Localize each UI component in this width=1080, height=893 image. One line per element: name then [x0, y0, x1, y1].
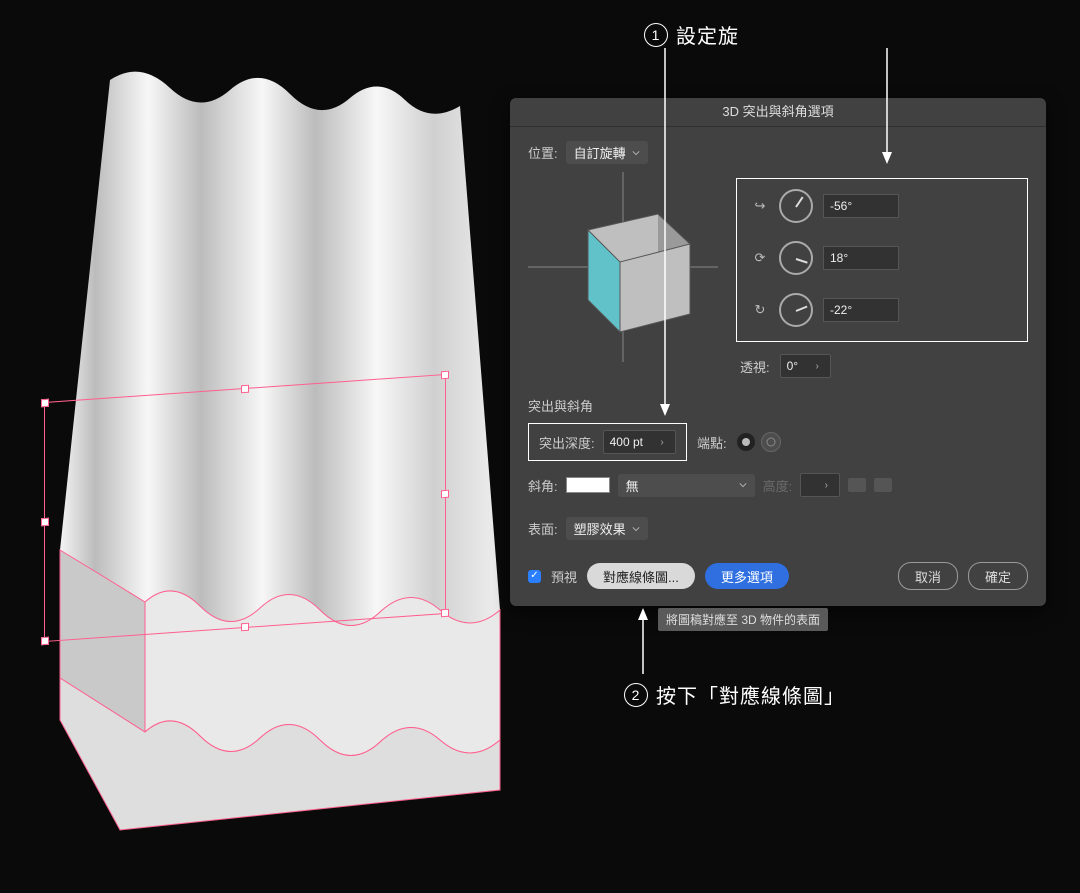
extrude-depth-stepper[interactable]: 400 pt › — [603, 430, 676, 454]
rotation-x-row: ↪ — [751, 189, 1013, 223]
axis-y-icon: ⟳ — [751, 249, 769, 267]
extrude-depth-label: 突出深度: — [539, 433, 595, 452]
bevel-height-value — [801, 483, 813, 487]
cap-off-button[interactable] — [761, 432, 781, 452]
chevron-down-icon — [739, 481, 747, 489]
rotation-y-row: ⟳ — [751, 241, 1013, 275]
chevron-down-icon — [632, 149, 640, 157]
rotation-z-row: ↻ — [751, 293, 1013, 327]
artwork-3d-shape — [0, 50, 520, 870]
bevel-row: 斜角: 無 高度: › — [528, 473, 1028, 497]
cap-off-icon — [765, 436, 777, 448]
position-value: 自訂旋轉 — [574, 143, 626, 162]
cancel-button[interactable]: 取消 — [898, 562, 958, 590]
ok-button[interactable]: 確定 — [968, 562, 1028, 590]
bevel-extent-in-icon — [848, 478, 866, 492]
rotation-y-input[interactable] — [823, 246, 899, 270]
rotation-x-input[interactable] — [823, 194, 899, 218]
axis-z-icon: ↻ — [751, 301, 769, 319]
annotation-badge: 2 — [624, 683, 648, 707]
extrude-row: 突出深度: 400 pt › 端點: — [528, 423, 1028, 461]
position-row: 位置: 自訂旋轉 — [528, 141, 1028, 164]
annotation-badge: 1 — [644, 23, 668, 47]
extrude-depth-group: 突出深度: 400 pt › — [528, 423, 687, 461]
map-art-button[interactable]: 對應線條圖... — [587, 563, 695, 589]
annotation-text: 設定旋 — [676, 20, 739, 49]
chevron-down-icon — [632, 525, 640, 533]
section-extrude-title: 突出與斜角 — [528, 396, 1028, 415]
stepper-right-icon[interactable]: › — [649, 431, 675, 453]
dialog-3d-extrude-bevel: 3D 突出與斜角選項 位置: 自訂旋轉 — [510, 98, 1046, 606]
annotation-arrow — [633, 606, 653, 676]
selection-bounding-box[interactable] — [44, 374, 446, 642]
surface-dropdown[interactable]: 塑膠效果 — [566, 517, 648, 540]
bevel-extent-out-icon — [874, 478, 892, 492]
annotation-step-2: 2 按下「對應線條圖」 — [624, 680, 845, 709]
stepper-right-icon[interactable]: › — [804, 355, 830, 377]
perspective-row: 透視: 0° › — [740, 354, 1028, 378]
cap-on-button[interactable] — [737, 433, 755, 451]
surface-value: 塑膠效果 — [574, 519, 626, 538]
axis-x-icon: ↪ — [751, 197, 769, 215]
rotation-y-dial[interactable] — [779, 241, 813, 275]
position-dropdown[interactable]: 自訂旋轉 — [566, 141, 648, 164]
surface-row: 表面: 塑膠效果 — [528, 517, 1028, 540]
dialog-footer: ✓ 預視 對應線條圖... 更多選項 取消 確定 — [528, 562, 1028, 590]
perspective-value: 0° — [781, 357, 804, 375]
cap-label: 端點: — [697, 433, 727, 452]
canvas: 3D 突出與斜角選項 位置: 自訂旋轉 — [0, 0, 1080, 893]
annotation-text: 按下「對應線條圖」 — [656, 680, 845, 709]
tooltip-map-art: 將圖稿對應至 3D 物件的表面 — [658, 608, 828, 631]
preview-checkbox[interactable]: ✓ — [528, 570, 541, 583]
bevel-swatch — [566, 477, 610, 493]
bevel-height-stepper: › — [800, 473, 840, 497]
annotation-step-1: 1 設定旋 — [644, 20, 739, 49]
rotation-z-dial[interactable] — [779, 293, 813, 327]
cap-toggle — [737, 432, 781, 452]
bevel-height-label: 高度: — [763, 476, 793, 495]
surface-label: 表面: — [528, 519, 558, 538]
extrude-depth-value: 400 pt — [604, 433, 649, 451]
more-options-button[interactable]: 更多選項 — [705, 563, 789, 589]
rotation-inputs-group: ↪ ⟳ ↻ — [736, 178, 1028, 342]
bevel-dropdown[interactable]: 無 — [618, 474, 755, 497]
stepper-right-icon: › — [813, 474, 839, 496]
bevel-label: 斜角: — [528, 476, 558, 495]
perspective-stepper[interactable]: 0° › — [780, 354, 831, 378]
bevel-value: 無 — [626, 476, 639, 495]
rotation-cube-preview[interactable] — [528, 172, 718, 362]
perspective-label: 透視: — [740, 357, 770, 376]
rotation-x-dial[interactable] — [779, 189, 813, 223]
cap-on-icon — [740, 436, 752, 448]
position-label: 位置: — [528, 143, 558, 162]
preview-label: 預視 — [551, 567, 577, 586]
rotation-z-input[interactable] — [823, 298, 899, 322]
dialog-title: 3D 突出與斜角選項 — [510, 98, 1046, 127]
